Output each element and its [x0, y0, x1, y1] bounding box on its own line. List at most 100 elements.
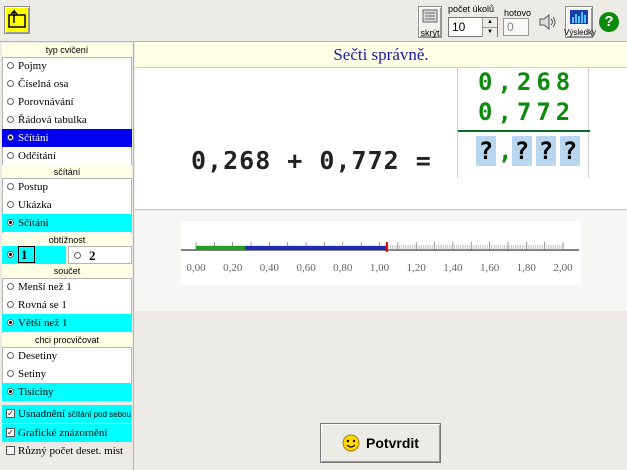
task-count-value: 10	[452, 20, 466, 34]
axis-tick-label: 1,00	[370, 262, 390, 274]
column-top-number: 0,268	[478, 68, 576, 96]
axis-tick-label: 1,20	[407, 262, 427, 274]
done-field: 0	[503, 18, 529, 36]
type-option-radova-tabulka[interactable]: Řádová tabulka	[2, 111, 132, 129]
hide-label: skrýt	[420, 28, 440, 38]
radio-icon	[7, 152, 14, 159]
radio-icon	[7, 283, 14, 290]
addition-option-scitani[interactable]: Sčítání	[2, 214, 132, 232]
option-label: Řádová tabulka	[18, 114, 87, 126]
task-area: 0,268 0,772 ? , ? ? ? 0,268 + 0,772 =	[135, 68, 627, 210]
smiley-icon	[342, 434, 360, 452]
radio-icon	[74, 252, 81, 259]
graphic-checkbox[interactable]: ✓ Grafické znázornění	[2, 424, 132, 442]
option-label: Ukázka	[18, 199, 52, 211]
different-decimals-checkbox[interactable]: Různý počet deset. míst	[2, 442, 132, 460]
radio-icon	[7, 183, 14, 190]
confirm-button[interactable]: Potvrdit	[320, 423, 441, 463]
practice-header: chci procvičovat	[2, 333, 132, 347]
option-label: 2	[89, 248, 96, 263]
sound-button[interactable]	[536, 10, 560, 34]
option-label: Číselná osa	[18, 78, 69, 90]
results-label: Výsledky	[564, 28, 597, 37]
radio-icon	[7, 62, 14, 69]
back-button[interactable]	[4, 6, 30, 34]
toolbar: skrýt počet úkolů 10 ▲ ▼ hotovo 0 Výsled…	[0, 0, 627, 42]
sum-option-equals-1[interactable]: Rovná se 1	[2, 296, 132, 314]
type-option-pojmy[interactable]: Pojmy	[2, 57, 132, 75]
number-line-area: 0,00 0,20 0,40 0,60 0,80 1,00 1,20 1,40 1,60 1,80…	[135, 211, 627, 311]
radio-icon	[7, 301, 14, 308]
answer-digit-4[interactable]: ?	[560, 136, 580, 166]
axis-tick-label: 1,60	[480, 262, 500, 274]
radio-icon	[7, 201, 14, 208]
option-label: Porovnávání	[18, 96, 74, 108]
addition-header: sčítání	[2, 165, 132, 179]
type-option-odcitani[interactable]: Odčítání	[2, 147, 132, 165]
addition-option-postup[interactable]: Postup	[2, 178, 132, 196]
done-value: 0	[507, 20, 514, 34]
option-label: Setiny	[18, 368, 47, 380]
difficulty-header: obtížnost	[2, 233, 132, 247]
stepper-up-button[interactable]: ▲	[482, 18, 497, 27]
radio-icon	[7, 80, 14, 87]
difficulty-option-2[interactable]: 2	[68, 246, 132, 264]
radio-icon	[7, 370, 14, 377]
done-label: hotovo	[504, 8, 532, 18]
answer-digit-1[interactable]: ?	[476, 136, 496, 166]
graphic-label: Grafické znázornění	[18, 427, 108, 439]
axis-tick-label: 0,20	[223, 262, 243, 274]
easier-sub-label: sčítání pod sebou	[67, 410, 131, 419]
results-button[interactable]: Výsledky	[564, 6, 597, 38]
check-icon: ✓	[6, 428, 15, 437]
column-middle-number: 0,772	[478, 98, 576, 126]
hide-button[interactable]: skrýt	[418, 6, 442, 38]
task-count-label: počet úkolů	[448, 4, 495, 14]
axis-tick-label: 1,80	[517, 262, 537, 274]
confirm-label: Potvrdit	[366, 435, 419, 451]
option-label: Menší než 1	[18, 281, 72, 293]
option-label: Desetiny	[18, 350, 58, 362]
sum-header: součet	[2, 264, 132, 278]
answer-digit-3[interactable]: ?	[536, 136, 556, 166]
radio-selected-icon	[7, 134, 14, 141]
sum-option-less-than-1[interactable]: Menší než 1	[2, 278, 132, 296]
difficulty-option-1[interactable]: 1	[2, 246, 66, 264]
axis-tick-label: 0,80	[333, 262, 353, 274]
type-option-scitani[interactable]: Sčítání	[2, 129, 132, 147]
option-label: Sčítání	[18, 217, 49, 229]
speaker-icon	[539, 13, 556, 31]
type-option-porovnavani[interactable]: Porovnávání	[2, 93, 132, 111]
stepper-down-button[interactable]: ▼	[482, 27, 497, 37]
practice-option-desetiny[interactable]: Desetiny	[2, 347, 132, 365]
easier-checkbox[interactable]: ✓ Usnadnění sčítání pod sebou	[2, 405, 132, 423]
radio-icon	[7, 98, 14, 105]
axis-tick-label: 0,00	[186, 262, 206, 274]
practice-option-setiny[interactable]: Setiny	[2, 365, 132, 383]
axis-tick-label: 1,40	[443, 262, 463, 274]
easier-label: Usnadnění	[18, 408, 66, 420]
green-segment	[196, 246, 246, 250]
practice-option-tisiciny[interactable]: Tisíciny	[2, 383, 132, 401]
task-header: Sečti správně.	[135, 42, 627, 68]
option-label: Sčítání	[18, 132, 49, 144]
addition-option-ukazka[interactable]: Ukázka	[2, 196, 132, 214]
blue-segment	[245, 246, 387, 250]
column-addition: 0,268 0,772 ? , ? ? ?	[457, 68, 590, 178]
type-header: typ cvičení	[2, 43, 132, 57]
radio-icon	[7, 116, 14, 123]
answer-digit-2[interactable]: ?	[512, 136, 532, 166]
axis-tick-label: 0,40	[260, 262, 280, 274]
option-label: Rovná se 1	[18, 299, 67, 311]
folder-up-icon	[8, 9, 26, 28]
task-count-stepper[interactable]: 10 ▲ ▼	[448, 17, 498, 37]
type-option-ciselna-osa[interactable]: Číselná osa	[2, 75, 132, 93]
help-icon: ?	[604, 13, 614, 30]
answer-boxes: ? , ? ? ?	[476, 136, 586, 166]
option-label: 1	[18, 246, 35, 263]
sum-option-greater-than-1[interactable]: Větší než 1	[2, 314, 132, 332]
expression: 0,268 + 0,772 =	[191, 146, 432, 175]
option-label: Pojmy	[18, 60, 47, 72]
results-chart-icon	[570, 10, 588, 24]
help-button[interactable]: ?	[599, 12, 619, 32]
